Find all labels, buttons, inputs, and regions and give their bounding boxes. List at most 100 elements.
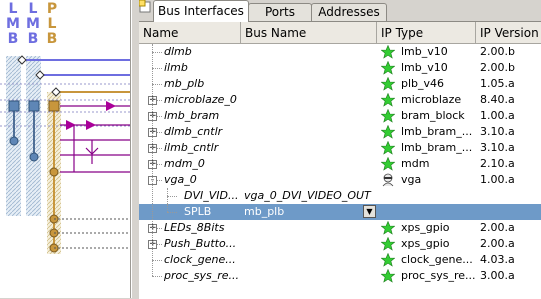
ip-star-icon — [381, 45, 395, 59]
cell-bus-name — [244, 220, 376, 236]
table-row[interactable]: + ilmb_cntlr lmb_bram_... 3.10.a — [139, 140, 541, 156]
tab-bus-interfaces[interactable]: Bus Interfaces — [153, 0, 249, 22]
table-row[interactable]: + Push_Butto... xps_gpio 2.00.a — [139, 236, 541, 252]
cell-ip-type: plb_v46 — [401, 77, 445, 90]
column-header-bus-name[interactable]: Bus Name — [241, 22, 377, 44]
table-row[interactable]: + dlmb_cntlr lmb_bram_... 3.10.a — [139, 124, 541, 140]
ip-star-icon — [381, 109, 395, 123]
bus-interfaces-table: Name Bus Name IP Type IP Version dlmb lmb… — [139, 21, 541, 299]
cell-bus-name — [244, 92, 376, 108]
cell-ip-type — [401, 188, 475, 204]
cell-bus-name — [244, 268, 376, 284]
cell-ip-version — [480, 188, 540, 204]
table-row[interactable]: proc_sys_re... proc_sys_re... 3.00.a — [139, 268, 541, 284]
ip-star-icon — [381, 93, 395, 107]
cell-ip-type: xps_gpio — [401, 237, 450, 250]
cell-name: Push_Butto... — [164, 237, 237, 250]
cell-ip-version: 2.00.b — [480, 45, 515, 58]
ip-user-icon — [382, 173, 394, 187]
cell-name: LEDs_8Bits — [164, 221, 225, 234]
cell-name: SPLB — [184, 205, 212, 218]
cell-ip-type: lmb_bram_... — [401, 125, 473, 138]
cell-bus-name — [244, 76, 376, 92]
column-header-name[interactable]: Name — [139, 22, 241, 44]
column-header-ip-version[interactable]: IP Version — [476, 22, 541, 44]
table-row[interactable]: ilmb lmb_v10 2.00.b — [139, 60, 541, 76]
ip-star-icon — [381, 157, 395, 171]
cell-bus-name — [244, 172, 376, 188]
cell-bus-name — [244, 108, 376, 124]
cell-ip-type: xps_gpio — [401, 221, 450, 234]
chevron-down-icon[interactable]: ▼ — [363, 205, 376, 218]
cell-ip-type: lmb_v10 — [401, 61, 448, 74]
table-row[interactable]: dlmb lmb_v10 2.00.b — [139, 44, 541, 60]
cell-bus-name — [244, 252, 376, 268]
cell-ip-version: 2.00.a — [480, 237, 515, 250]
table-row[interactable]: SPLB mb_plb ▼ — [139, 204, 541, 220]
cell-ip-type: vga — [401, 173, 422, 186]
cell-bus-name — [244, 140, 376, 156]
table-row[interactable]: DVI_VID... vga_0_DVI_VIDEO_OUT — [139, 188, 541, 204]
cell-ip-version: 2.00.a — [480, 221, 515, 234]
cell-name: microblaze_0 — [164, 93, 237, 106]
cell-bus-name — [244, 156, 376, 172]
cell-name: proc_sys_re... — [164, 269, 240, 282]
cell-name: clock_gene... — [164, 253, 236, 266]
cell-ip-type — [401, 204, 475, 220]
cell-ip-version: 3.10.a — [480, 125, 515, 138]
table-row[interactable]: + mdm_0 mdm 2.10.a — [139, 156, 541, 172]
table-row[interactable]: + LEDs_8Bits xps_gpio 2.00.a — [139, 220, 541, 236]
cell-name: mb_plb — [164, 77, 205, 90]
table-row[interactable]: + microblaze_0 microblaze 8.40.a — [139, 92, 541, 108]
table-row[interactable]: clock_gene... clock_gene... 4.03.a — [139, 252, 541, 268]
cell-ip-type: proc_sys_re... — [401, 269, 475, 282]
tab-ports[interactable]: Ports — [248, 3, 312, 21]
add-view-icon[interactable] — [139, 0, 152, 13]
tab-bar: Bus Interfaces Ports Addresses — [139, 0, 541, 22]
bus-interfaces-view: Bus Interfaces Ports Addresses Name Bus … — [139, 0, 541, 299]
column-header-ip-type[interactable]: IP Type — [377, 22, 476, 44]
cell-bus-name — [244, 236, 376, 252]
cell-ip-version: 2.00.b — [480, 61, 515, 74]
ip-star-icon — [381, 253, 395, 267]
table-row[interactable]: + lmb_bram bram_block 1.00.a — [139, 108, 541, 124]
cell-bus-name — [244, 44, 376, 60]
cell-name: vga_0 — [164, 173, 197, 186]
cell-ip-type: lmb_v10 — [401, 45, 448, 58]
cell-ip-type: bram_block — [401, 109, 465, 122]
ip-star-icon — [381, 141, 395, 155]
cell-name: dlmb — [164, 45, 192, 58]
table-row[interactable]: mb_plb plb_v46 1.05.a — [139, 76, 541, 92]
cell-ip-version: 3.10.a — [480, 141, 515, 154]
ip-star-icon — [381, 237, 395, 251]
ip-star-icon — [381, 221, 395, 235]
bus-connectivity-panel[interactable]: L M B L M B P L B — [0, 0, 131, 298]
cell-name: mdm_0 — [164, 157, 205, 170]
cell-ip-version: 2.10.a — [480, 157, 515, 170]
ip-star-icon — [381, 61, 395, 75]
cell-name: dlmb_cntlr — [164, 125, 223, 138]
cell-ip-version: 1.05.a — [480, 77, 515, 90]
cell-name: DVI_VID... — [184, 189, 239, 202]
cell-name: ilmb_cntlr — [164, 141, 219, 154]
cell-ip-version: 8.40.a — [480, 93, 515, 106]
cell-ip-version: 1.00.a — [480, 173, 515, 186]
cell-bus-name — [244, 60, 376, 76]
bus-diagram — [0, 55, 130, 254]
cell-ip-type: lmb_bram_... — [401, 141, 473, 154]
cell-name: ilmb — [164, 61, 188, 74]
ip-star-icon — [381, 77, 395, 91]
tab-addresses[interactable]: Addresses — [311, 3, 387, 21]
ip-star-icon — [381, 125, 395, 139]
cell-bus-name — [244, 124, 376, 140]
cell-ip-version — [480, 204, 540, 220]
bus-name-select[interactable]: mb_plb ▼ — [244, 204, 376, 220]
cell-ip-version: 1.00.a — [480, 109, 515, 122]
cell-ip-version: 4.03.a — [480, 253, 515, 266]
table-row[interactable]: - vga_0 vga 1.00.a — [139, 172, 541, 188]
cell-ip-version: 3.00.a — [480, 269, 515, 282]
cell-ip-type: mdm — [401, 157, 430, 170]
cell-ip-type: microblaze — [401, 93, 462, 106]
cell-bus-name: vga_0_DVI_VIDEO_OUT — [244, 189, 371, 202]
cell-ip-type: clock_gene... — [401, 253, 473, 266]
